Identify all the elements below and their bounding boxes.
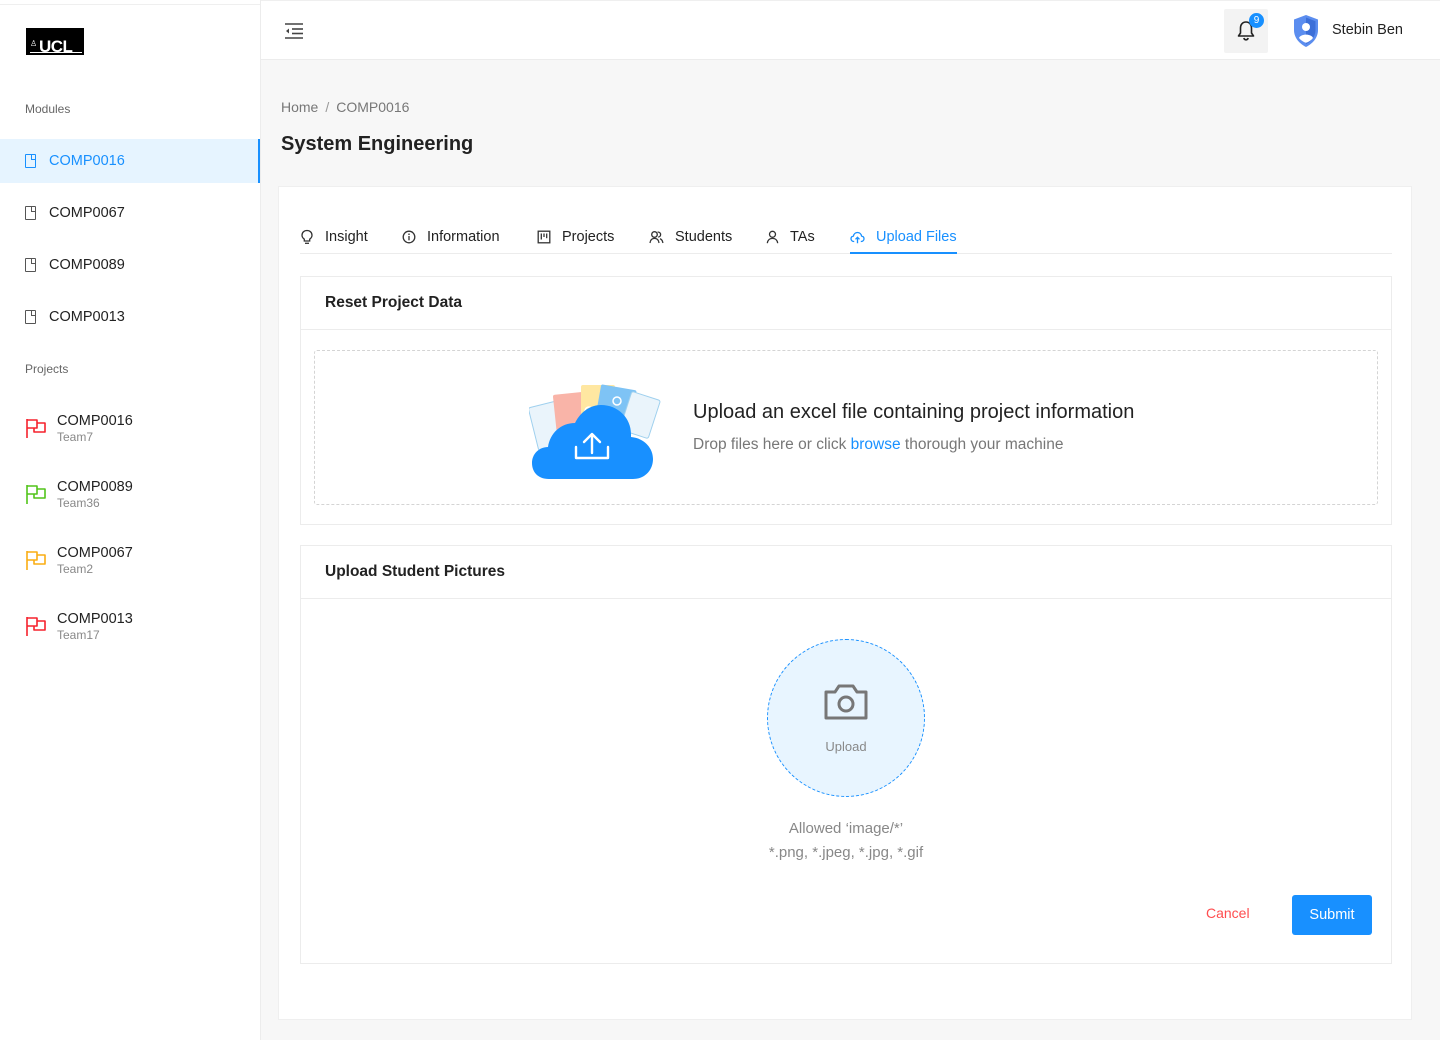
- allowed-extensions-label: *.png, *.jpeg, *.jpg, *.gif: [768, 844, 924, 861]
- avatar[interactable]: [1292, 14, 1320, 48]
- sidebar-project-comp0067[interactable]: COMP0067 Team2: [0, 535, 260, 585]
- book-icon: [25, 258, 36, 272]
- sidebar-item-comp0089[interactable]: COMP0089: [0, 243, 260, 287]
- tab-information[interactable]: Information: [402, 223, 500, 251]
- tab-label: Information: [427, 229, 500, 245]
- users-icon: [649, 231, 664, 244]
- project-team: Team2: [57, 561, 94, 576]
- tab-label: Projects: [562, 229, 615, 245]
- tab-insight[interactable]: Insight: [300, 223, 368, 251]
- flag-icon: [26, 485, 46, 504]
- book-icon: [25, 206, 36, 220]
- tab-label: Insight: [325, 229, 368, 245]
- user-icon: [766, 230, 779, 244]
- menu-fold-icon[interactable]: [283, 21, 305, 41]
- photo-upload-button[interactable]: Upload: [767, 639, 925, 797]
- allowed-types-label: Allowed ‘image/*’: [788, 820, 904, 837]
- dropzone-title: Upload an excel file containing project …: [693, 401, 1135, 423]
- sidebar: ♙ UCL Modules COMP0016 COMP0067 COMP0089…: [0, 0, 261, 1040]
- crest-icon: ♙: [30, 39, 38, 48]
- sidebar-item-label: COMP0013: [49, 309, 125, 325]
- tab-projects[interactable]: Projects: [537, 223, 614, 251]
- flag-icon: [26, 551, 46, 570]
- user-name[interactable]: Stebin Ben: [1332, 22, 1403, 38]
- top-header: 9 Stebin Ben: [261, 0, 1440, 60]
- sidebar-item-label: COMP0089: [49, 257, 125, 273]
- tab-label: Upload Files: [876, 229, 957, 245]
- notifications-button[interactable]: 9: [1224, 9, 1268, 53]
- project-board-icon: [537, 230, 551, 244]
- modules-section-label: Modules: [25, 102, 71, 116]
- cloud-upload-icon: [850, 231, 865, 243]
- sidebar-item-comp0016[interactable]: COMP0016: [0, 139, 260, 183]
- sidebar-project-comp0013[interactable]: COMP0013 Team17: [0, 601, 260, 651]
- module-card: Insight Information Projects Students TA…: [278, 186, 1412, 1020]
- flag-icon: [26, 617, 46, 636]
- project-code: COMP0016: [57, 412, 133, 429]
- project-team: Team17: [57, 627, 100, 642]
- panel-title: Upload Student Pictures: [301, 546, 1391, 599]
- upload-pictures-panel: Upload Student Pictures Upload Allowed ‘…: [300, 545, 1392, 964]
- sidebar-item-label: COMP0016: [49, 153, 125, 169]
- sidebar-item-comp0013[interactable]: COMP0013: [0, 295, 260, 339]
- book-icon: [25, 310, 36, 324]
- upload-label: Upload: [825, 739, 867, 754]
- info-circle-icon: [402, 230, 416, 244]
- breadcrumb-home[interactable]: Home: [281, 99, 318, 115]
- projects-section-label: Projects: [25, 362, 69, 376]
- tab-students[interactable]: Students: [649, 223, 732, 251]
- project-code: COMP0067: [57, 544, 133, 561]
- tab-label: Students: [675, 229, 733, 245]
- submit-button[interactable]: Submit: [1292, 895, 1372, 935]
- upload-illustration-icon: [529, 384, 661, 479]
- cancel-button[interactable]: Cancel: [1206, 905, 1250, 921]
- sidebar-project-comp0016[interactable]: COMP0016 Team7: [0, 403, 260, 453]
- tab-label: TAs: [790, 229, 815, 245]
- panel-title: Reset Project Data: [301, 277, 1391, 330]
- browse-link[interactable]: browse: [851, 436, 901, 453]
- project-code: COMP0089: [57, 478, 133, 495]
- book-icon: [25, 154, 36, 168]
- reset-project-panel: Reset Project Data Upload an excel file …: [300, 276, 1392, 525]
- sidebar-divider: [0, 4, 260, 5]
- excel-dropzone[interactable]: Upload an excel file containing project …: [314, 350, 1378, 505]
- sidebar-item-label: COMP0067: [49, 205, 125, 221]
- breadcrumb: Home / COMP0016: [281, 99, 409, 115]
- tab-tas[interactable]: TAs: [766, 223, 815, 251]
- dropzone-instructions: Drop files here or click browse thorough…: [693, 436, 1064, 453]
- sidebar-project-comp0089[interactable]: COMP0089 Team36: [0, 469, 260, 519]
- notification-badge: 9: [1249, 13, 1264, 28]
- page-title: System Engineering: [281, 133, 474, 155]
- breadcrumb-separator: /: [325, 99, 330, 115]
- camera-icon: [824, 684, 868, 720]
- project-code: COMP0013: [57, 610, 133, 627]
- flag-icon: [26, 419, 46, 438]
- project-team: Team7: [57, 429, 94, 444]
- breadcrumb-current: COMP0016: [336, 99, 410, 115]
- project-team: Team36: [57, 495, 100, 510]
- tab-upload-files[interactable]: Upload Files: [850, 223, 957, 254]
- ucl-logo[interactable]: ♙ UCL: [26, 28, 84, 55]
- bulb-icon: [301, 229, 313, 244]
- sidebar-item-comp0067[interactable]: COMP0067: [0, 191, 260, 235]
- tab-bar: Insight Information Projects Students TA…: [300, 213, 1392, 254]
